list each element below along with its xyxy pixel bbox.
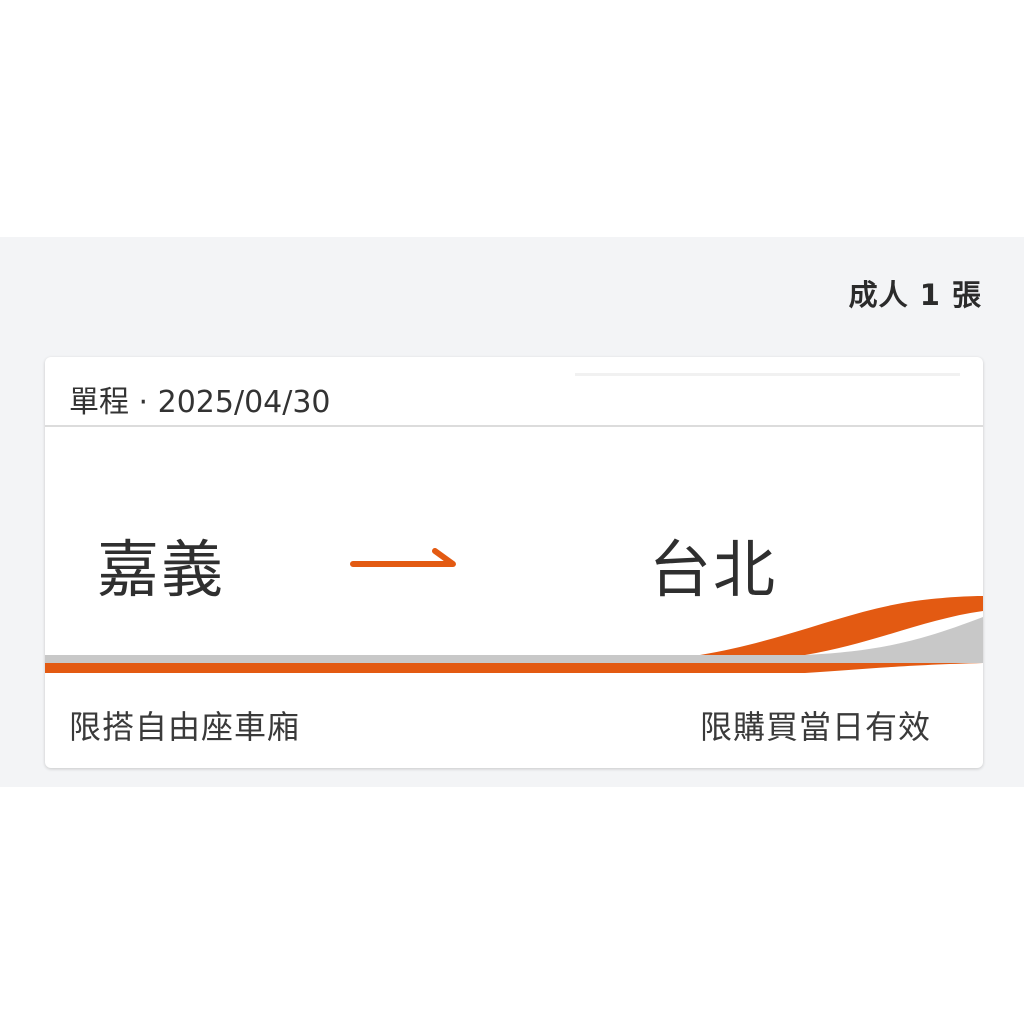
validity-note: 限購買當日有效 [699,708,931,746]
hsr-stripe-decoration [45,596,983,673]
trip-type-date: 單程 · 2025/04/30 [69,385,331,420]
header-divider [575,373,960,376]
ticket-card[interactable]: 單程 · 2025/04/30 嘉義 台北 限搭自由座車廂 限購買當日有效 [45,357,983,768]
passenger-count: 成人 1 張 [848,278,982,312]
seat-restriction-note: 限搭自由座車廂 [69,708,301,746]
arrow-right-icon [349,547,459,577]
ticket-header: 單程 · 2025/04/30 [45,357,983,427]
